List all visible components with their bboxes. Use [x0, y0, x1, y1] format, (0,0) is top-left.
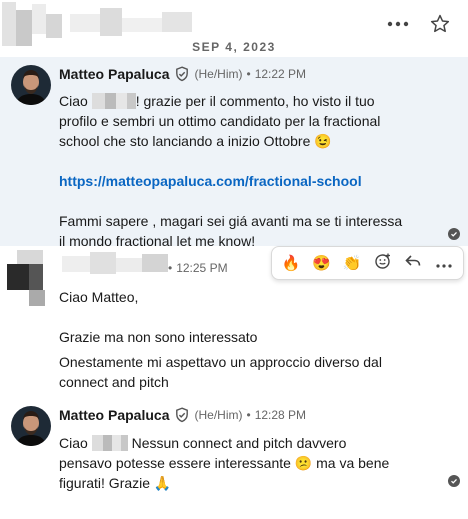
avatar[interactable] — [11, 406, 51, 446]
sender-pronoun: (He/Him) — [194, 408, 243, 422]
date-label: SEP 4, 2023 — [192, 40, 276, 54]
more-options-button[interactable] — [384, 10, 412, 38]
message-body: Ciao ! grazie per il commento, ho visto … — [59, 91, 429, 251]
message-line: Ciao Nessun connect and pitch davvero — [59, 435, 347, 451]
more-actions-button[interactable] — [431, 255, 457, 272]
message-line: school che sto lanciando a inizio Ottobr… — [59, 133, 332, 149]
reply-button[interactable] — [400, 252, 426, 274]
message-line: Fammi sapere , magari sei giá avanti ma … — [59, 213, 403, 229]
verified-shield-icon — [174, 66, 190, 82]
message-line: profilo e sembri un ottimo candidato per… — [59, 113, 381, 129]
star-outline-icon — [430, 14, 450, 33]
sender-name[interactable]: Matteo Papaluca — [59, 66, 169, 82]
sender-pronoun: (He/Him) — [194, 67, 243, 81]
message-body: Ciao Matteo, Grazie ma non sono interess… — [59, 287, 429, 392]
message-body: Ciao Nessun connect and pitch davvero pe… — [59, 433, 429, 493]
message-line: https://matteopapaluca.com/fractional-sc… — [59, 171, 429, 191]
redacted-sender-name — [62, 252, 170, 274]
fire-reaction-button[interactable]: 🔥 — [278, 254, 304, 272]
star-button[interactable] — [426, 10, 454, 38]
sender-name[interactable]: Matteo Papaluca — [59, 407, 169, 423]
message-group: Matteo Papaluca (He/Him) • 12:28 PM Ciao… — [0, 400, 468, 519]
message-line — [59, 307, 429, 327]
redacted-name — [91, 93, 136, 109]
heart-eyes-reaction-button[interactable]: 😍 — [309, 254, 335, 272]
more-horizontal-icon — [387, 21, 409, 27]
verified-shield-icon — [174, 407, 190, 423]
redacted-subtitle — [70, 8, 200, 38]
seen-check-icon — [448, 228, 460, 240]
message-line: Onestamente mi aspettavo un approccio di… — [59, 354, 382, 370]
message-line: connect and pitch — [59, 374, 169, 390]
reaction-toolbar: 🔥 😍 👏 — [271, 246, 464, 280]
message-time: 12:28 PM — [254, 408, 307, 422]
message-line: figurati! Grazie 🙏 — [59, 475, 172, 491]
clap-reaction-button[interactable]: 👏 — [339, 254, 365, 272]
avatar[interactable] — [11, 65, 51, 105]
separator-dot: • — [246, 408, 251, 422]
more-horizontal-icon — [436, 263, 452, 268]
redacted-avatar — [7, 250, 53, 306]
message-line — [59, 151, 429, 171]
message-group: Matteo Papaluca (He/Him) • 12:22 PM Ciao… — [0, 57, 468, 249]
fractional-school-link[interactable]: https://matteopapaluca.com/fractional-sc… — [59, 173, 362, 189]
separator-dot: • — [246, 67, 251, 81]
reply-icon — [405, 255, 421, 266]
avatar-image — [11, 65, 51, 105]
message-time: 12:22 PM — [254, 67, 307, 81]
avatar-image — [11, 406, 51, 446]
add-emoji-button[interactable] — [370, 252, 396, 274]
date-separator: SEP 4, 2023 — [0, 38, 468, 56]
message-line — [59, 191, 429, 211]
separator-dot: • — [168, 261, 173, 275]
message-time: 12:25 PM — [176, 261, 228, 275]
message-line: Grazie ma non sono interessato — [59, 329, 258, 345]
message-line: Ciao ! grazie per il commento, ho visto … — [59, 93, 375, 109]
message-line: pensavo potesse essere interessante 😕 ma… — [59, 455, 390, 471]
message-line: Ciao Matteo, — [59, 289, 139, 305]
add-emoji-icon — [375, 253, 390, 269]
seen-check-icon — [448, 475, 460, 487]
redacted-name — [91, 435, 128, 451]
